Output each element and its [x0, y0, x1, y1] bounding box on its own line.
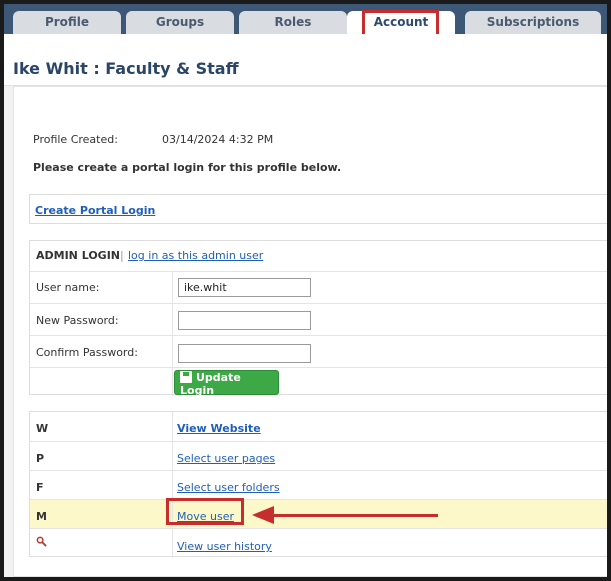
app-frame: Profile Groups Roles Account Subscriptio… [4, 4, 607, 577]
annotation-arrow-head [252, 506, 274, 524]
column-divider [172, 368, 173, 396]
select-user-pages-link[interactable]: Select user pages [177, 452, 275, 465]
column-divider [172, 500, 173, 528]
view-user-history-link[interactable]: View user history [177, 540, 272, 553]
portal-login-message: Please create a portal login for this pr… [33, 161, 342, 174]
username-label: User name: [36, 281, 100, 294]
tab-account[interactable]: Account [347, 11, 455, 34]
admin-login-table: ADMIN LOGIN | log in as this admin user … [29, 240, 607, 397]
action-key: W [36, 422, 49, 435]
action-key: F [36, 481, 44, 494]
confirm-password-row: Confirm Password: [30, 335, 607, 367]
column-divider [172, 471, 173, 499]
heading-separator: | [120, 249, 124, 262]
log-in-as-admin-link[interactable]: log in as this admin user [128, 249, 263, 262]
page-header: Ike Whit : Faculty & Staff [4, 34, 607, 86]
action-row-view-website: W View Website [30, 412, 607, 441]
confirm-password-label: Confirm Password: [36, 346, 138, 359]
profile-created-value: 03/14/2024 4:32 PM [162, 133, 274, 146]
action-key: P [36, 452, 45, 465]
update-login-row: Update Login [30, 367, 607, 397]
view-website-link[interactable]: View Website [177, 422, 261, 435]
profile-created-label: Profile Created: [33, 133, 118, 146]
update-login-button[interactable]: Update Login [174, 370, 279, 397]
annotation-arrow-line [272, 514, 438, 517]
tab-groups[interactable]: Groups [126, 11, 234, 34]
magnifier-icon [36, 536, 47, 547]
select-user-folders-link[interactable]: Select user folders [177, 481, 280, 494]
action-row-view-history: View user history [30, 528, 607, 558]
create-login-box: Create Portal Login [29, 194, 607, 224]
new-password-row: New Password: [30, 303, 607, 335]
column-divider [172, 442, 173, 470]
column-divider [172, 529, 173, 558]
column-divider [172, 272, 173, 304]
column-divider [172, 412, 173, 441]
tab-profile[interactable]: Profile [13, 11, 121, 34]
new-password-label: New Password: [36, 314, 119, 327]
column-divider [172, 336, 173, 367]
admin-login-header-row: ADMIN LOGIN | log in as this admin user [30, 241, 607, 267]
new-password-input[interactable] [178, 311, 311, 330]
create-portal-login-link[interactable]: Create Portal Login [35, 204, 155, 217]
action-row-select-folders: F Select user folders [30, 470, 607, 499]
action-row-select-pages: P Select user pages [30, 441, 607, 470]
action-key: M [36, 510, 47, 523]
confirm-password-input[interactable] [178, 344, 311, 363]
save-icon [180, 371, 192, 383]
move-user-link[interactable]: Move user [177, 510, 234, 523]
tab-roles[interactable]: Roles [239, 11, 347, 34]
username-input[interactable] [178, 278, 311, 297]
tab-subscriptions[interactable]: Subscriptions [465, 11, 601, 34]
admin-login-heading: ADMIN LOGIN [36, 249, 121, 262]
username-row: User name: [30, 271, 607, 304]
column-divider [172, 304, 173, 335]
page-title: Ike Whit : Faculty & Staff [13, 59, 239, 78]
tab-bar: Profile Groups Roles Account Subscriptio… [4, 4, 607, 34]
user-actions-table: W View Website P Select user pages F Sel… [29, 411, 607, 558]
